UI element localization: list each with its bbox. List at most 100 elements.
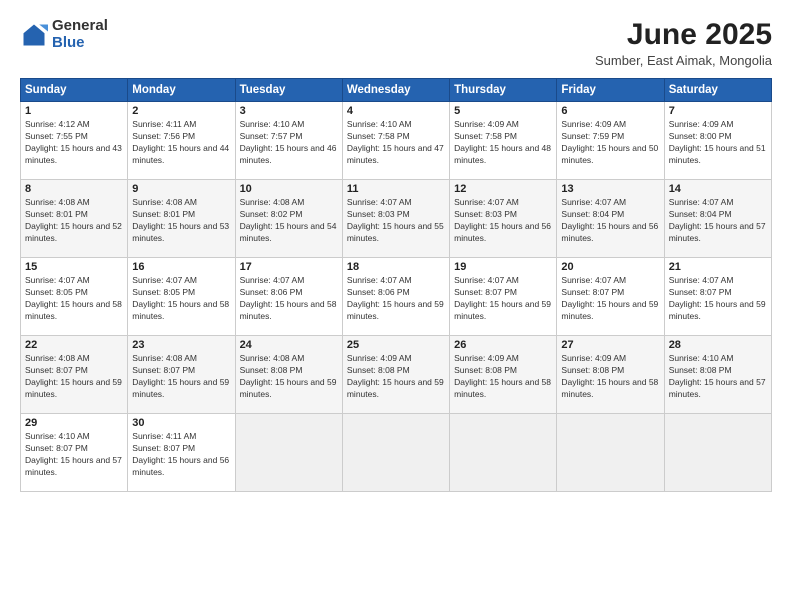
calendar-cell: 29Sunrise: 4:10 AMSunset: 8:07 PMDayligh… (21, 414, 128, 492)
daylight-text: Daylight: 15 hours and 59 minutes. (347, 299, 444, 321)
day-number: 8 (25, 183, 123, 195)
sunrise-text: Sunrise: 4:10 AM (240, 119, 305, 129)
day-info: Sunrise: 4:07 AMSunset: 8:03 PMDaylight:… (347, 197, 445, 245)
calendar-cell: 22 Sunrise: 4:08 AMSunset: 8:07 PMDayligh… (21, 336, 128, 414)
day-info: Sunrise: 4:10 AMSunset: 8:07 PMDaylight:… (25, 431, 123, 479)
calendar-cell: 11Sunrise: 4:07 AMSunset: 8:03 PMDayligh… (342, 180, 449, 258)
day-number: 3 (240, 105, 338, 117)
day-info: Sunrise: 4:08 AMSunset: 8:07 PMDaylight:… (25, 353, 123, 401)
sunrise-text: Sunrise: 4:10 AM (669, 353, 734, 363)
sunrise-text: Sunrise: 4:12 AM (25, 119, 90, 129)
day-info: Sunrise: 4:07 AMSunset: 8:04 PMDaylight:… (669, 197, 767, 245)
sunset-text: Sunset: 8:07 PM (561, 287, 624, 297)
calendar-cell: 5Sunrise: 4:09 AMSunset: 7:58 PMDaylight… (450, 102, 557, 180)
daylight-text: Daylight: 15 hours and 55 minutes. (347, 221, 444, 243)
calendar-cell: 23Sunrise: 4:08 AMSunset: 8:07 PMDayligh… (128, 336, 235, 414)
sunrise-text: Sunrise: 4:09 AM (454, 353, 519, 363)
header-monday: Monday (128, 79, 235, 102)
logo-general-text: General (52, 18, 108, 35)
calendar-cell: 15 Sunrise: 4:07 AMSunset: 8:05 PMDayligh… (21, 258, 128, 336)
day-number: 30 (132, 417, 230, 429)
day-number: 26 (454, 339, 552, 351)
calendar-week-2: 8Sunrise: 4:08 AMSunset: 8:01 PMDaylight… (21, 180, 772, 258)
daylight-text: Daylight: 15 hours and 57 minutes. (25, 455, 122, 477)
day-number: 18 (347, 261, 445, 273)
sunrise-text: Sunrise: 4:09 AM (669, 119, 734, 129)
day-info: Sunrise: 4:07 AMSunset: 8:07 PMDaylight:… (454, 275, 552, 323)
sunset-text: Sunset: 8:08 PM (347, 365, 410, 375)
day-number: 6 (561, 105, 659, 117)
daylight-text: Daylight: 15 hours and 56 minutes. (454, 221, 551, 243)
daylight-text: Daylight: 15 hours and 54 minutes. (240, 221, 337, 243)
sunset-text: Sunset: 7:55 PM (25, 131, 88, 141)
day-info: Sunrise: 4:07 AMSunset: 8:05 PMDaylight:… (132, 275, 230, 323)
sunset-text: Sunset: 8:05 PM (132, 287, 195, 297)
calendar-week-4: 22 Sunrise: 4:08 AMSunset: 8:07 PMDayligh… (21, 336, 772, 414)
day-info: Sunrise: 4:09 AMSunset: 8:08 PMDaylight:… (454, 353, 552, 401)
calendar-cell (235, 414, 342, 492)
sunset-text: Sunset: 8:04 PM (669, 209, 732, 219)
sunset-text: Sunset: 8:08 PM (669, 365, 732, 375)
sunrise-text: Sunrise: 4:07 AM (347, 275, 412, 285)
sunrise-text: Sunrise: 4:07 AM (454, 275, 519, 285)
daylight-text: Daylight: 15 hours and 57 minutes. (669, 377, 766, 399)
day-info: Sunrise: 4:11 AMSunset: 8:07 PMDaylight:… (132, 431, 230, 479)
daylight-text: Daylight: 15 hours and 43 minutes. (25, 143, 122, 165)
calendar-cell (342, 414, 449, 492)
logo-blue-text: Blue (52, 35, 108, 52)
day-info: Sunrise: 4:11 AMSunset: 7:56 PMDaylight:… (132, 119, 230, 167)
sunset-text: Sunset: 8:07 PM (669, 287, 732, 297)
sunset-text: Sunset: 8:07 PM (25, 365, 88, 375)
sunrise-text: Sunrise: 4:07 AM (132, 275, 197, 285)
day-number: 15 (25, 261, 123, 273)
calendar-cell: 17Sunrise: 4:07 AMSunset: 8:06 PMDayligh… (235, 258, 342, 336)
day-number: 28 (669, 339, 767, 351)
header-wednesday: Wednesday (342, 79, 449, 102)
sunset-text: Sunset: 8:08 PM (561, 365, 624, 375)
sunset-text: Sunset: 8:07 PM (132, 365, 195, 375)
day-info: Sunrise: 4:09 AMSunset: 8:00 PMDaylight:… (669, 119, 767, 167)
sunset-text: Sunset: 8:04 PM (561, 209, 624, 219)
calendar-cell: 3Sunrise: 4:10 AMSunset: 7:57 PMDaylight… (235, 102, 342, 180)
day-number: 1 (25, 105, 123, 117)
header-friday: Friday (557, 79, 664, 102)
header-tuesday: Tuesday (235, 79, 342, 102)
calendar-cell: 27Sunrise: 4:09 AMSunset: 8:08 PMDayligh… (557, 336, 664, 414)
day-info: Sunrise: 4:09 AMSunset: 8:08 PMDaylight:… (347, 353, 445, 401)
day-number: 7 (669, 105, 767, 117)
day-number: 22 (25, 339, 123, 351)
title-block: June 2025 Sumber, East Aimak, Mongolia (595, 18, 772, 68)
calendar-cell: 24Sunrise: 4:08 AMSunset: 8:08 PMDayligh… (235, 336, 342, 414)
day-info: Sunrise: 4:10 AM Sunset: 8:08 PM Daylight:… (669, 353, 767, 401)
sunrise-text: Sunrise: 4:09 AM (454, 119, 519, 129)
calendar-cell (664, 414, 771, 492)
day-number: 14 (669, 183, 767, 195)
day-info: Sunrise: 4:07 AMSunset: 8:05 PMDaylight:… (25, 275, 123, 323)
day-number: 17 (240, 261, 338, 273)
logo-text: General Blue (52, 18, 108, 51)
sunrise-text: Sunrise: 4:07 AM (669, 275, 734, 285)
daylight-text: Daylight: 15 hours and 52 minutes. (25, 221, 122, 243)
sunrise-text: Sunrise: 4:11 AM (132, 431, 196, 441)
sunrise-text: Sunrise: 4:07 AM (347, 197, 412, 207)
day-info: Sunrise: 4:08 AMSunset: 8:08 PMDaylight:… (240, 353, 338, 401)
calendar-cell (450, 414, 557, 492)
daylight-text: Daylight: 15 hours and 53 minutes. (132, 221, 229, 243)
logo-icon (20, 21, 48, 49)
calendar-cell: 26 Sunrise: 4:09 AMSunset: 8:08 PMDayligh… (450, 336, 557, 414)
day-number: 5 (454, 105, 552, 117)
day-info: Sunrise: 4:07 AMSunset: 8:06 PMDaylight:… (347, 275, 445, 323)
day-info: Sunrise: 4:08 AMSunset: 8:02 PMDaylight:… (240, 197, 338, 245)
daylight-text: Daylight: 15 hours and 44 minutes. (132, 143, 229, 165)
day-number: 12 (454, 183, 552, 195)
day-number: 27 (561, 339, 659, 351)
day-number: 9 (132, 183, 230, 195)
day-info: Sunrise: 4:12 AM Sunset: 7:55 PM Daylight:… (25, 119, 123, 167)
sunrise-text: Sunrise: 4:07 AM (240, 275, 305, 285)
calendar-cell: 21Sunrise: 4:07 AMSunset: 8:07 PMDayligh… (664, 258, 771, 336)
calendar-week-1: 1 Sunrise: 4:12 AM Sunset: 7:55 PM Daylight… (21, 102, 772, 180)
daylight-text: Daylight: 15 hours and 50 minutes. (561, 143, 658, 165)
day-number: 20 (561, 261, 659, 273)
calendar-cell: 30 Sunrise: 4:11 AMSunset: 8:07 PMDayligh… (128, 414, 235, 492)
header-sunday: Sunday (21, 79, 128, 102)
